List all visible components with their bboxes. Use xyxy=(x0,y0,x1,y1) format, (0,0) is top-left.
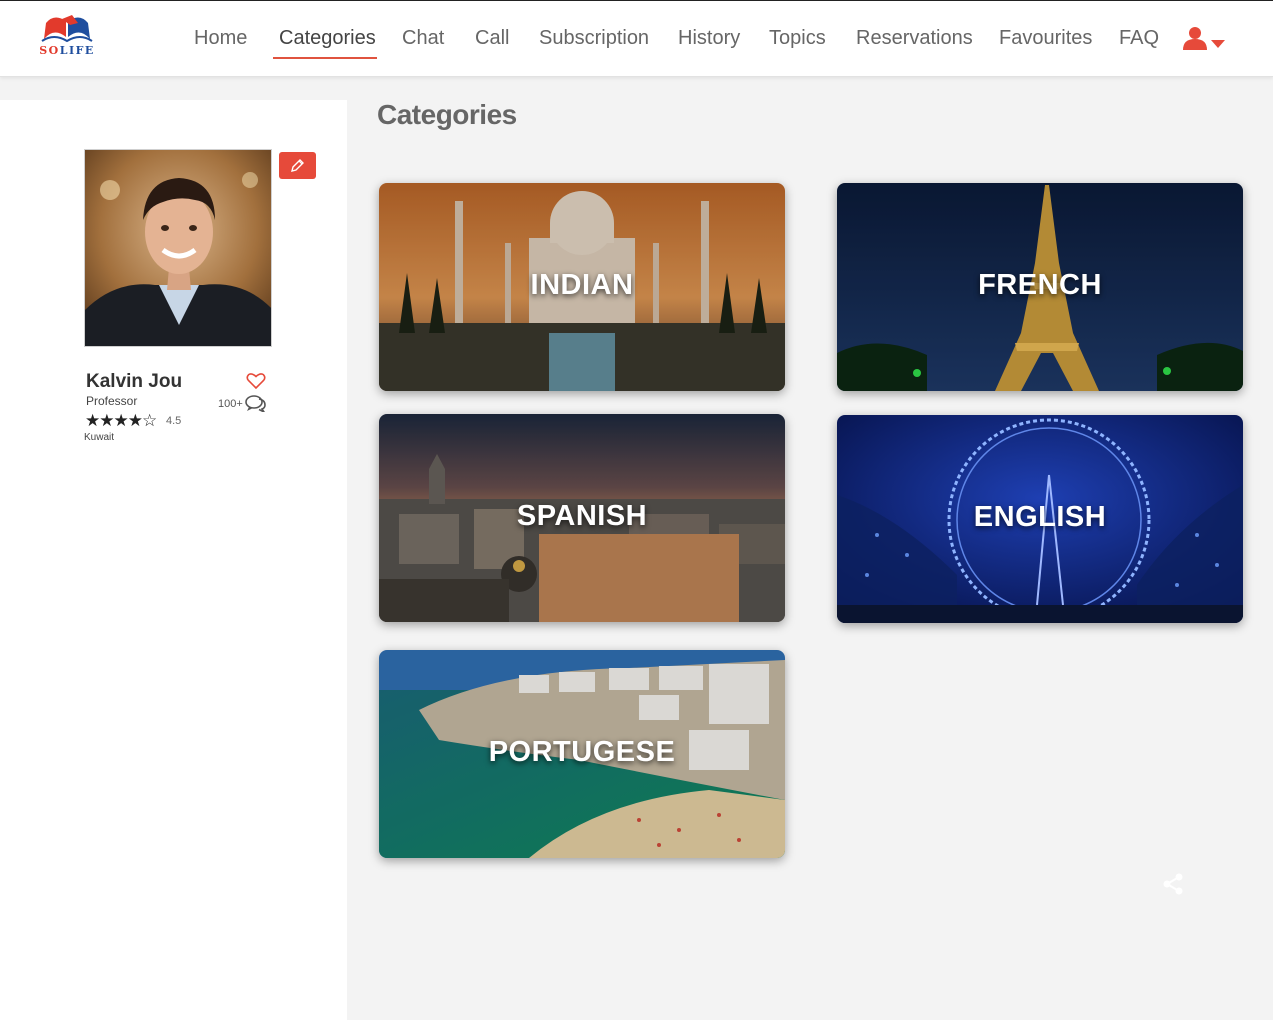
nav-faq[interactable]: FAQ xyxy=(1119,27,1159,50)
logo-text: SOLIFE xyxy=(39,44,95,57)
pencil-icon xyxy=(291,159,304,172)
profile-location: Kuwait xyxy=(84,432,115,443)
avatar xyxy=(84,149,272,347)
category-label: SPANISH xyxy=(516,500,648,532)
nav-subscription[interactable]: Subscription xyxy=(539,27,649,50)
category-label: INDIAN xyxy=(530,269,634,301)
rating-stars: ★★★★☆ xyxy=(85,411,157,431)
nav-home[interactable]: Home xyxy=(194,27,247,50)
chat-bubbles-icon[interactable] xyxy=(245,394,267,415)
share-icon[interactable] xyxy=(1161,872,1185,896)
nav-history[interactable]: History xyxy=(678,27,740,50)
solife-logo[interactable]: SOLIFE xyxy=(36,13,98,59)
top-navbar: SOLIFE Home Categories Chat Call Subscri… xyxy=(0,0,1273,77)
category-label: PORTUGESE xyxy=(488,736,676,768)
caret-down-icon xyxy=(1211,40,1225,48)
edit-profile-button[interactable] xyxy=(279,152,316,179)
category-label: FRENCH xyxy=(978,269,1102,301)
category-card-indian[interactable]: INDIAN xyxy=(379,183,785,391)
nav-reservations[interactable]: Reservations xyxy=(856,27,973,50)
book-logo-icon xyxy=(41,15,93,43)
nav-topics[interactable]: Topics xyxy=(769,27,826,50)
user-menu-button[interactable] xyxy=(1183,26,1229,52)
profile-sidebar: Kalvin Jou Professor ★★★★☆ 4.5 Kuwait 10… xyxy=(0,100,347,1020)
reviews-count: 100+ xyxy=(218,398,243,410)
active-tab-indicator xyxy=(273,57,377,59)
profile-name: Kalvin Jou xyxy=(86,371,183,392)
category-card-english[interactable]: ENGLISH xyxy=(837,415,1243,623)
page-title: Categories xyxy=(377,99,517,130)
heart-outline-icon[interactable] xyxy=(246,372,266,390)
nav-call[interactable]: Call xyxy=(475,27,509,50)
category-card-spanish[interactable]: SPANISH xyxy=(379,414,785,622)
nav-chat[interactable]: Chat xyxy=(402,27,444,50)
profile-role: Professor xyxy=(86,394,138,408)
category-card-french[interactable]: FRENCH xyxy=(837,183,1243,391)
nav-categories[interactable]: Categories xyxy=(279,27,376,50)
rating-value: 4.5 xyxy=(166,415,182,427)
user-icon xyxy=(1183,27,1207,50)
nav-favourites[interactable]: Favourites xyxy=(999,27,1092,50)
category-card-portugese[interactable]: PORTUGESE xyxy=(379,650,785,858)
category-label: ENGLISH xyxy=(973,501,1107,533)
